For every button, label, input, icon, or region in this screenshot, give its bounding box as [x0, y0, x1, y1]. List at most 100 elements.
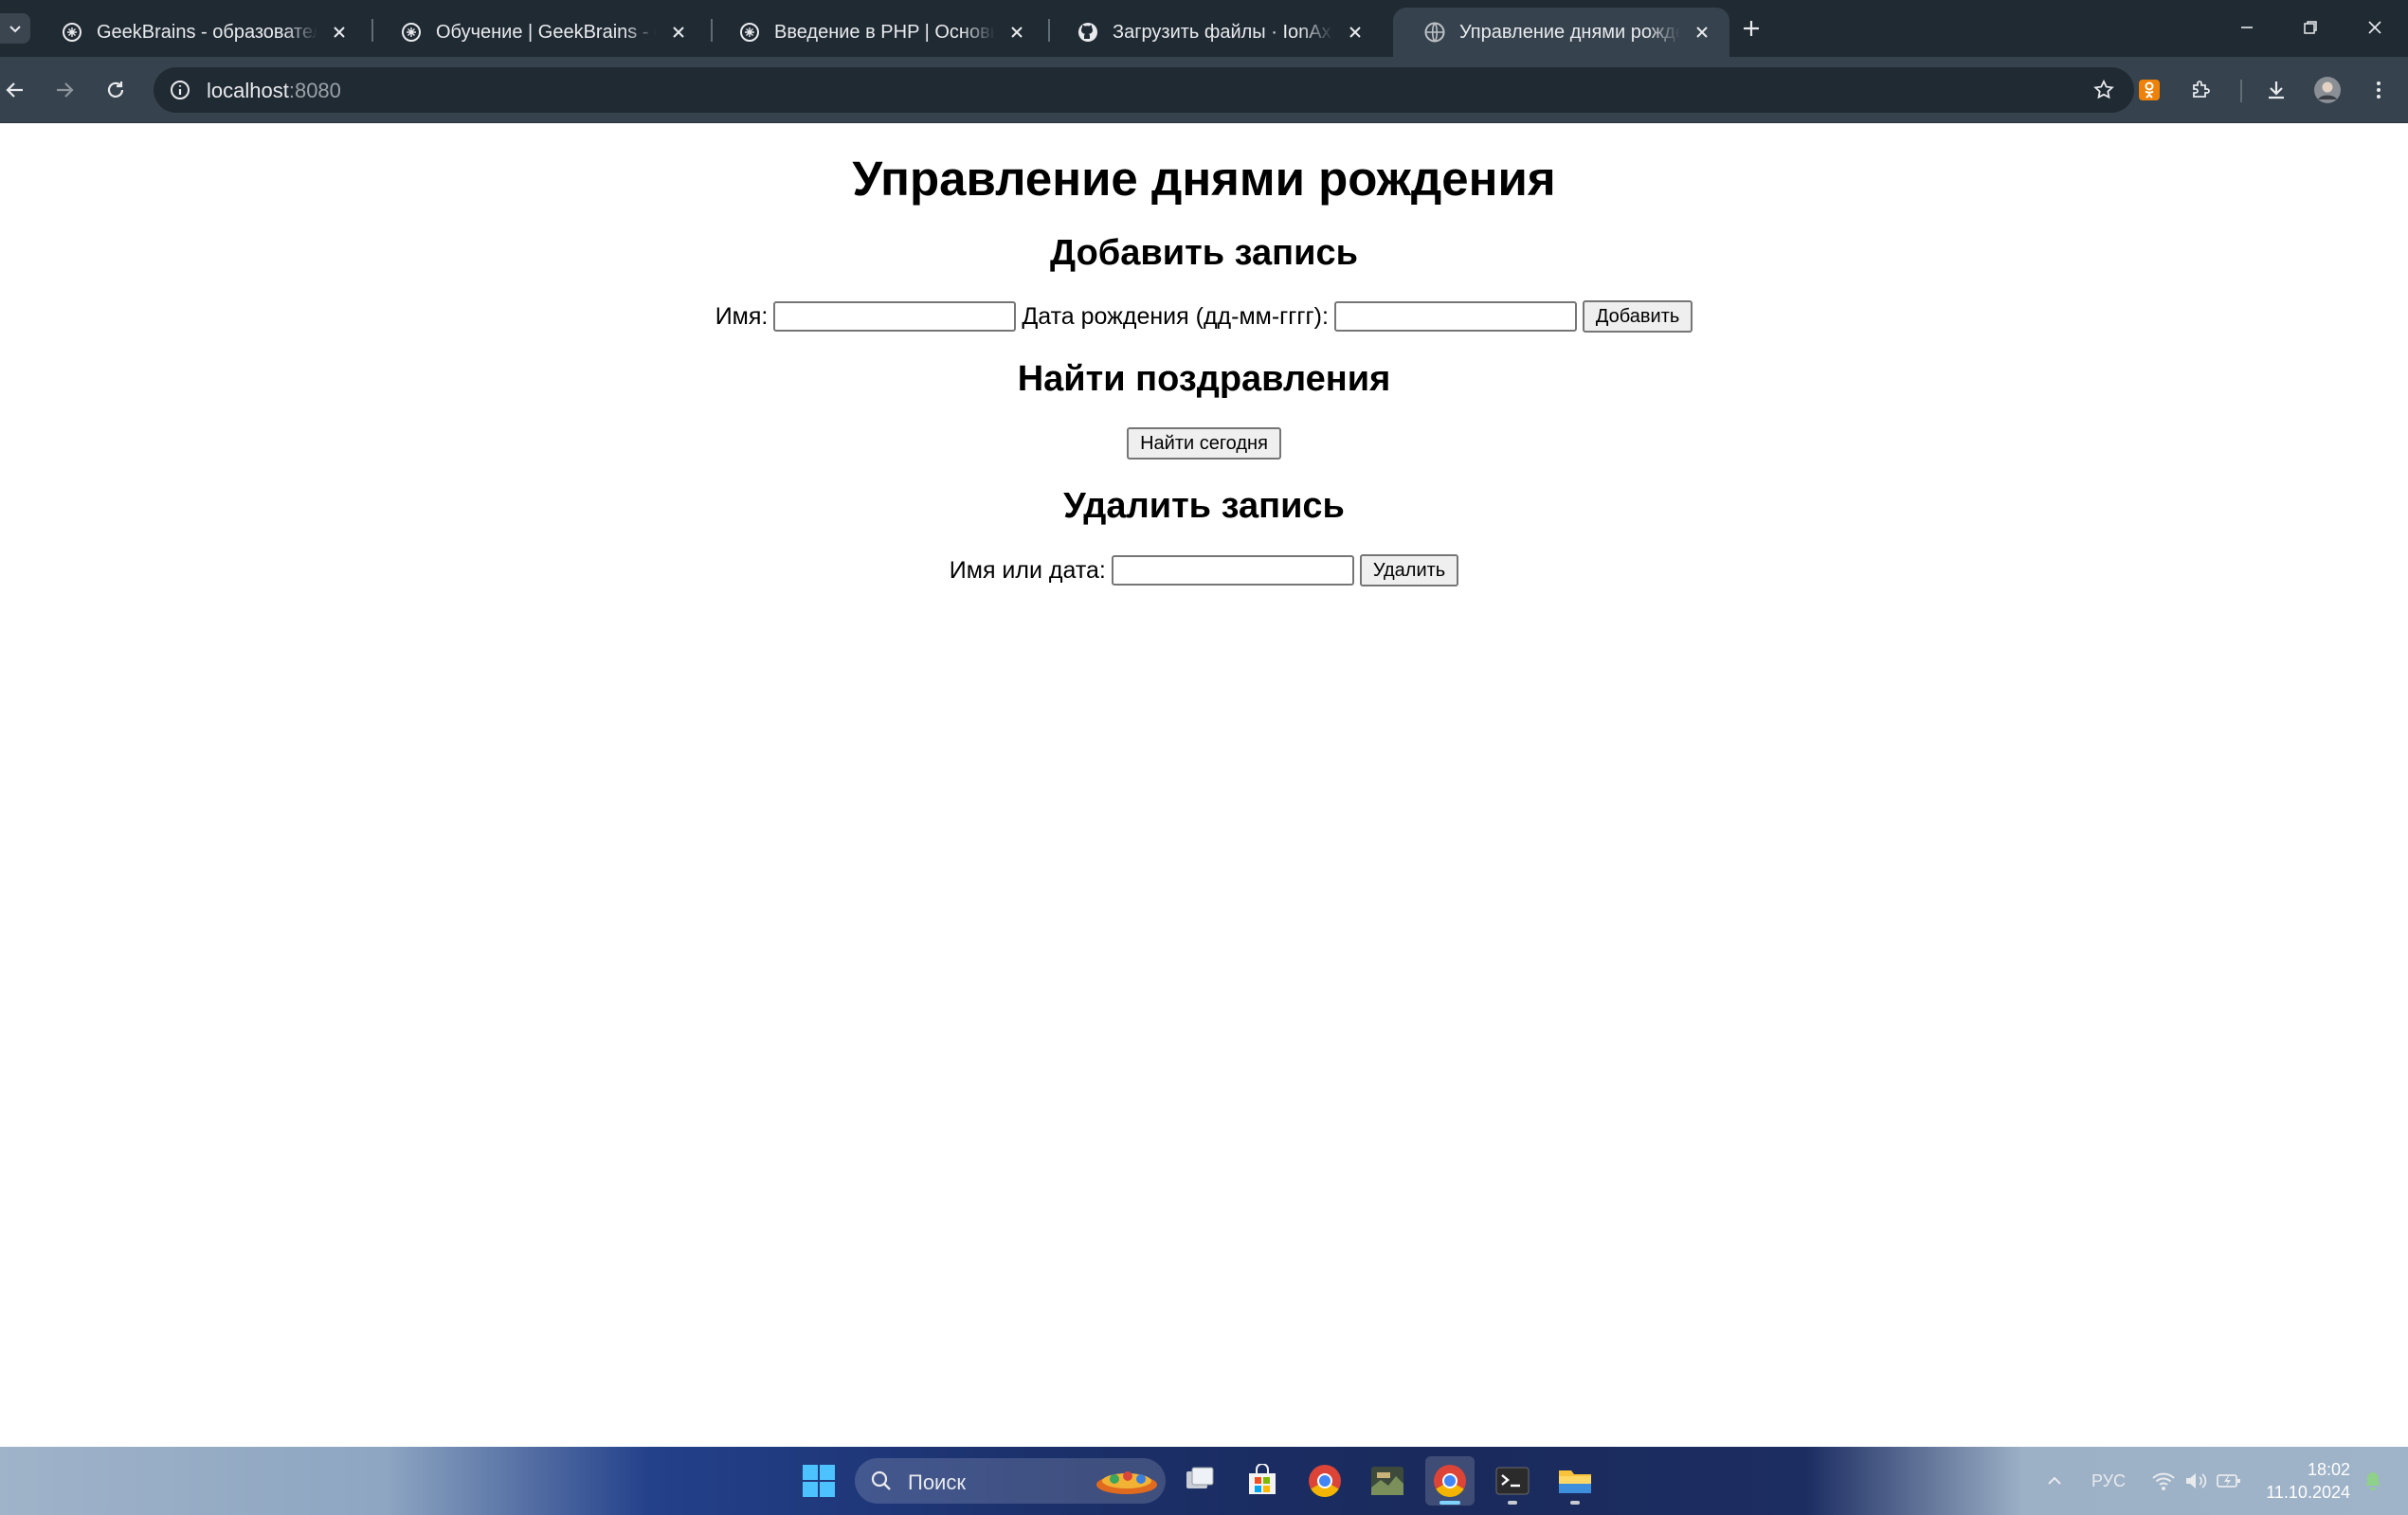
tab-title: Управление днями рождения	[1459, 21, 1680, 43]
taskbar-game[interactable]	[1363, 1456, 1412, 1506]
running-indicator	[1439, 1501, 1460, 1505]
task-view-icon	[1186, 1467, 1214, 1488]
search-placeholder: Поиск	[908, 1470, 966, 1494]
browser-tab-strip: GeekBrains - образовательный портал Обуч…	[0, 0, 2408, 57]
restore-button[interactable]	[2276, 6, 2345, 49]
game-icon	[1371, 1467, 1403, 1495]
tab-title: Загрузить файлы · IonAxinoi/-3	[1113, 21, 1333, 43]
volume-icon	[2186, 1473, 2207, 1488]
url-text: localhost:8080	[207, 79, 341, 103]
bookmark-star-icon[interactable]	[2089, 75, 2119, 105]
geekbrains-icon	[400, 21, 423, 44]
add-button[interactable]: Добавить	[1582, 300, 1693, 333]
reload-button[interactable]	[95, 69, 136, 111]
browser-toolbar: localhost:8080	[0, 57, 2408, 123]
add-birthday-form: Имя: Дата рождения (дд-мм-гггг): Добавит…	[0, 300, 2408, 333]
bell-icon	[2365, 1472, 2381, 1490]
restore-icon	[2304, 21, 2317, 34]
microsoft-store-icon	[1249, 1464, 1276, 1494]
clock-time: 18:02	[2307, 1460, 2350, 1479]
close-icon[interactable]	[664, 18, 693, 46]
close-icon[interactable]	[1003, 18, 1031, 46]
close-icon[interactable]	[325, 18, 353, 46]
taskbar-file-explorer[interactable]	[1550, 1456, 1600, 1506]
minimize-icon	[2241, 27, 2253, 28]
download-icon	[2269, 81, 2284, 99]
browser-tab-2[interactable]: Обучение | GeekBrains - образовательный …	[370, 8, 706, 57]
back-button[interactable]	[0, 69, 36, 111]
tab-title: Введение в PHP | Основы PHP	[774, 21, 995, 43]
terminal-icon	[1495, 1467, 1530, 1495]
notifications-button[interactable]	[2356, 1466, 2390, 1496]
name-or-date-label: Имя или дата:	[949, 556, 1106, 584]
geekbrains-icon	[738, 21, 761, 44]
github-icon	[1077, 21, 1099, 44]
avatar-icon	[2314, 77, 2341, 103]
wifi-icon	[2152, 1472, 2175, 1490]
name-input[interactable]	[773, 301, 1017, 332]
name-or-date-input[interactable]	[1111, 555, 1354, 586]
odnoklassniki-icon	[2139, 80, 2160, 100]
birthdate-input[interactable]	[1333, 301, 1577, 332]
close-icon	[2368, 21, 2381, 34]
browser-tab-5[interactable]: Управление днями рождения	[1393, 8, 1729, 57]
chrome-icon	[1309, 1465, 1341, 1497]
odnoklassniki-extension-button[interactable]	[2128, 69, 2170, 111]
browser-menu-button[interactable]	[2358, 69, 2399, 111]
chevron-down-icon	[9, 26, 21, 33]
file-explorer-icon	[1559, 1470, 1591, 1493]
find-section-heading: Найти поздравления	[1017, 359, 1391, 399]
web-page: Управление днями рождения Добавить запис…	[0, 124, 2408, 1447]
taskbar-clock[interactable]: 18:02 11.10.2024	[2255, 1458, 2350, 1504]
extensions-button[interactable]	[2180, 69, 2221, 111]
new-tab-button[interactable]	[1734, 11, 1768, 45]
forward-button[interactable]	[44, 69, 85, 111]
close-icon[interactable]	[1688, 18, 1716, 46]
delete-button[interactable]: Удалить	[1359, 554, 1459, 586]
page-title: Управление днями рождения	[852, 152, 1556, 206]
taskbar-store[interactable]	[1238, 1456, 1287, 1506]
tab-search-button[interactable]	[0, 13, 30, 44]
add-section-heading: Добавить запись	[1050, 233, 1358, 273]
browser-tab-3[interactable]: Введение в PHP | Основы PHP	[708, 8, 1044, 57]
profile-avatar[interactable]	[2307, 69, 2348, 111]
puzzle-icon	[2193, 81, 2210, 98]
close-window-button[interactable]	[2341, 6, 2408, 49]
search-icon	[871, 1470, 891, 1490]
search-highlight-icon	[1096, 1471, 1157, 1494]
battery-charging-icon	[2217, 1474, 2240, 1488]
site-info-icon[interactable]	[165, 75, 195, 105]
url-host: localhost	[207, 79, 289, 102]
quick-settings-button[interactable]	[2149, 1466, 2244, 1496]
minimize-button[interactable]	[2213, 6, 2281, 49]
running-indicator	[1508, 1501, 1517, 1505]
address-bar[interactable]: localhost:8080	[154, 67, 2134, 113]
find-today-button[interactable]: Найти сегодня	[1127, 427, 1281, 460]
more-vertical-icon	[2377, 81, 2381, 99]
input-language-indicator[interactable]: РУС	[2085, 1466, 2132, 1496]
delete-section-heading: Удалить запись	[1063, 486, 1345, 526]
chevron-up-icon	[2048, 1476, 2061, 1485]
clock-date: 11.10.2024	[2266, 1483, 2350, 1502]
start-button[interactable]	[794, 1456, 843, 1506]
close-icon[interactable]	[1341, 18, 1369, 46]
arrow-left-icon	[6, 82, 23, 98]
downloads-button[interactable]	[2255, 69, 2297, 111]
browser-tab-4[interactable]: Загрузить файлы · IonAxinoi/-3	[1046, 8, 1383, 57]
birthdate-label: Дата рождения (дд-мм-гггг):	[1022, 302, 1329, 330]
show-hidden-icons-button[interactable]	[2037, 1466, 2072, 1496]
geekbrains-icon	[61, 21, 83, 44]
taskbar-task-view[interactable]	[1175, 1456, 1224, 1506]
taskbar-chrome[interactable]	[1300, 1456, 1349, 1506]
taskbar-search-box[interactable]: Поиск	[855, 1458, 1166, 1504]
name-label: Имя:	[715, 302, 769, 330]
plus-icon	[1744, 21, 1759, 36]
windows-taskbar: Поиск РУС 18:02 11.10.2024	[0, 1447, 2408, 1515]
find-greetings-form: Найти сегодня	[0, 427, 2408, 460]
taskbar-terminal[interactable]	[1488, 1456, 1537, 1506]
browser-tab-1[interactable]: GeekBrains - образовательный портал	[30, 8, 367, 57]
taskbar-chrome-active[interactable]	[1425, 1456, 1475, 1506]
globe-icon	[1423, 21, 1446, 44]
delete-record-form: Имя или дата: Удалить	[0, 554, 2408, 586]
tab-title: GeekBrains - образовательный портал	[97, 21, 317, 43]
